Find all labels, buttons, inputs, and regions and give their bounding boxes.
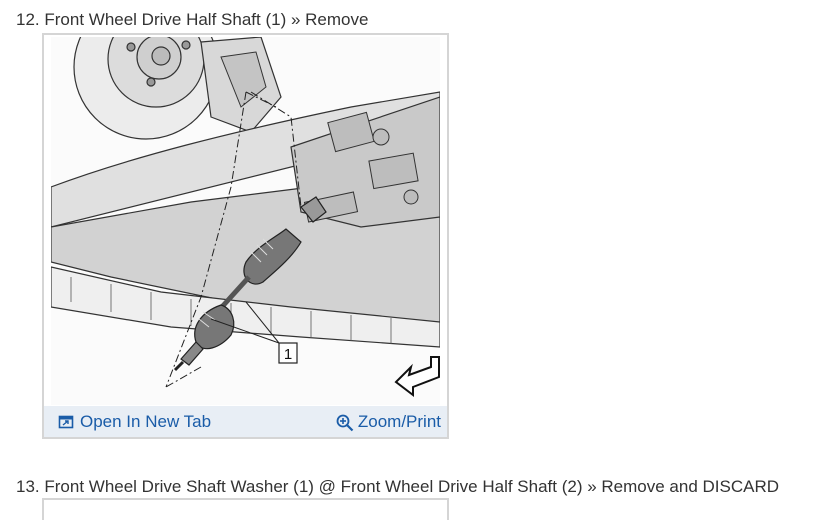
step-12-heading: 12. Front Wheel Drive Half Shaft (1) » R…	[16, 10, 368, 30]
callout-1-label: 1	[284, 346, 292, 363]
step-13-figure	[42, 498, 449, 520]
open-in-new-tab-icon	[58, 414, 74, 430]
half-shaft-illustration[interactable]: 1	[51, 37, 440, 405]
step-12-figure: 1 Open In New Tab Zoom/Print	[42, 33, 449, 439]
step-12-title: Front Wheel Drive Half Shaft (1) » Remov…	[44, 10, 369, 29]
step-13-heading: 13. Front Wheel Drive Shaft Washer (1) @…	[16, 477, 779, 497]
half-shaft-drawing: 1	[51, 37, 440, 398]
brake-rotor	[73, 37, 219, 140]
step-13-number: 13.	[16, 477, 40, 496]
zoom-print-label: Zoom/Print	[357, 412, 441, 431]
step-13-title: Front Wheel Drive Shaft Washer (1) @ Fro…	[44, 477, 780, 496]
zoom-in-icon	[336, 414, 354, 432]
open-in-new-tab-label: Open In New Tab	[80, 412, 212, 431]
open-in-new-tab-link[interactable]: Open In New Tab	[58, 412, 211, 432]
figure-actions-bar: Open In New Tab Zoom/Print	[44, 406, 447, 437]
zoom-print-link[interactable]: Zoom/Print	[336, 412, 441, 432]
step-12-number: 12.	[16, 10, 40, 29]
view-direction-arrow	[394, 356, 440, 398]
